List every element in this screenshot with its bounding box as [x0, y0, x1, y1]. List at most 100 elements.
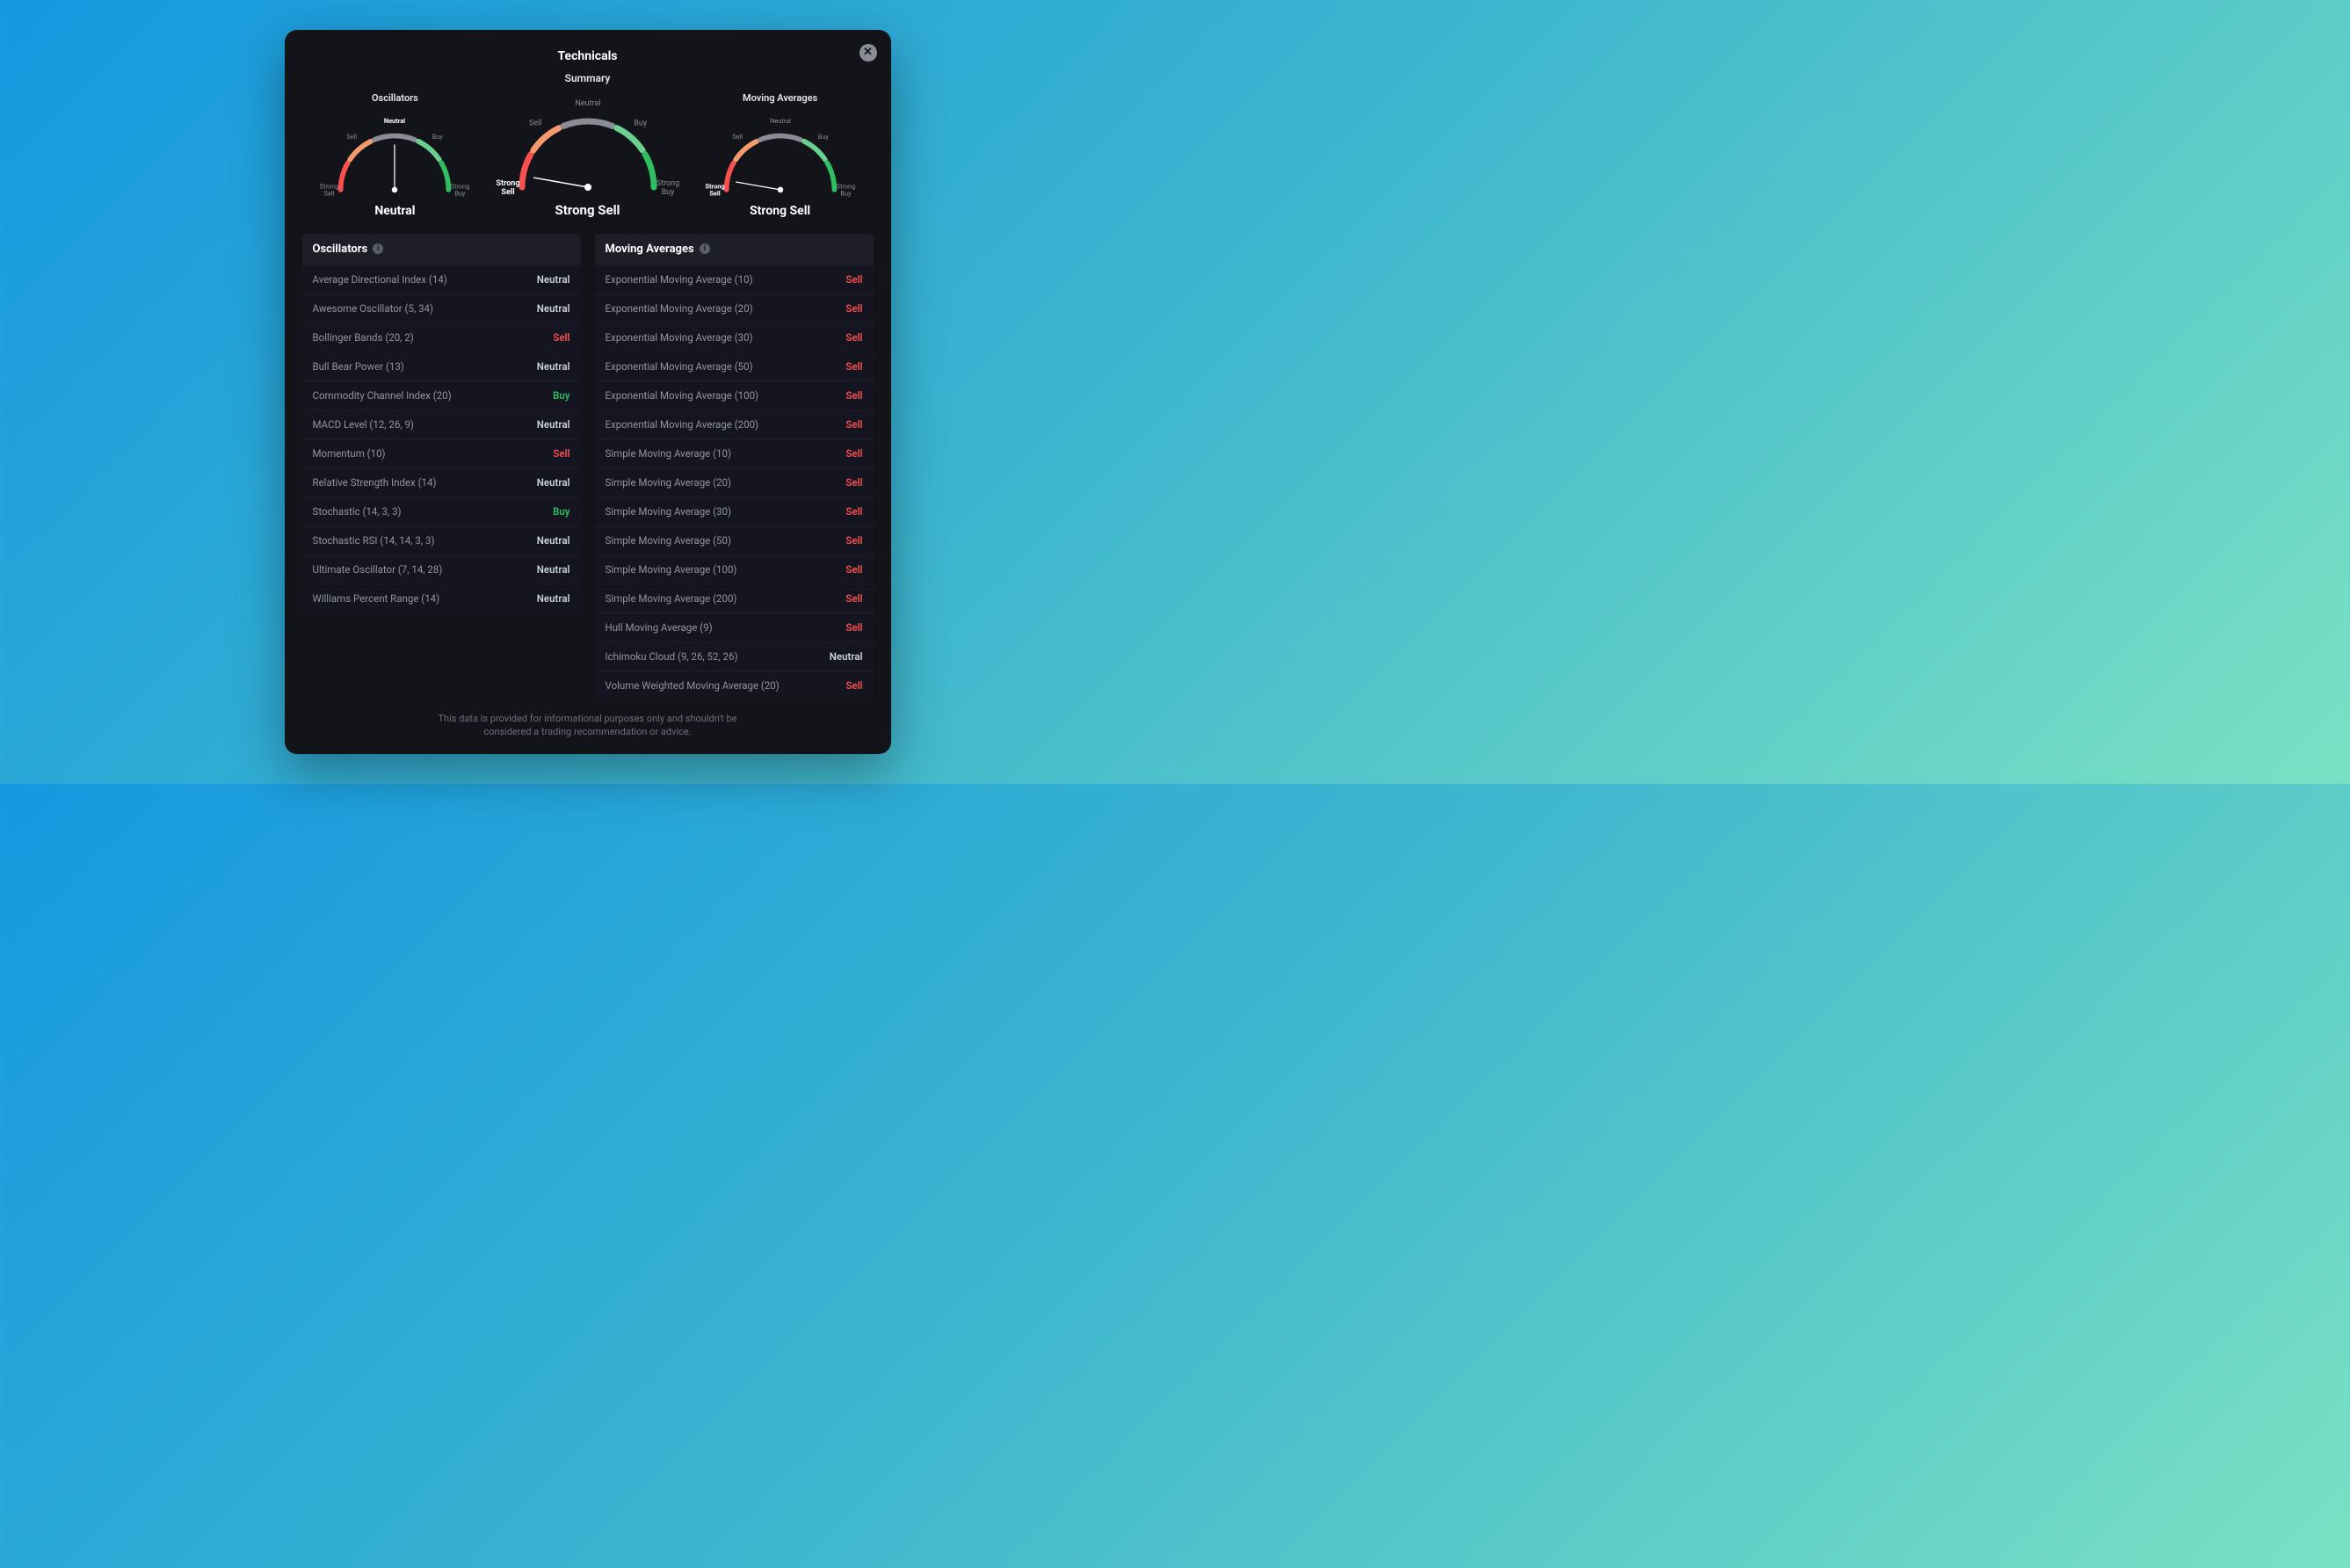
indicator-signal: Sell — [845, 331, 862, 344]
table-row: Volume Weighted Moving Average (20) Sell — [595, 671, 874, 700]
svg-text:Sell: Sell — [347, 133, 358, 141]
indicator-signal: Sell — [845, 302, 862, 315]
indicator-name: Ichimoku Cloud (9, 26, 52, 26) — [606, 650, 738, 663]
indicator-name: Volume Weighted Moving Average (20) — [606, 679, 780, 692]
svg-text:StrongBuy: StrongBuy — [836, 182, 855, 197]
svg-text:Buy: Buy — [634, 119, 648, 127]
table-row: Simple Moving Average (30)Sell — [595, 497, 874, 526]
indicator-name: Stochastic RSI (14, 14, 3, 3) — [313, 534, 435, 547]
indicator-name: Exponential Moving Average (20) — [606, 302, 753, 315]
indicator-signal: Sell — [845, 476, 862, 489]
gauge-summary-result: Strong Sell — [555, 202, 620, 218]
moving-averages-table-header-label: Moving Averages — [606, 243, 694, 256]
indicator-signal: Neutral — [537, 302, 570, 315]
table-row: Ichimoku Cloud (9, 26, 52, 26) Neutral — [595, 642, 874, 671]
gauge-moving-averages-result: Strong Sell — [750, 204, 810, 218]
indicator-name: Simple Moving Average (100) — [606, 563, 737, 576]
indicator-name: Simple Moving Average (200) — [606, 592, 737, 605]
indicator-name: Ultimate Oscillator (7, 14, 28) — [313, 563, 443, 576]
indicator-signal: Sell — [845, 621, 862, 634]
indicator-signal: Sell — [845, 360, 862, 373]
indicator-signal: Neutral — [537, 592, 570, 605]
close-button[interactable]: ✕ — [859, 44, 877, 62]
svg-text:Neutral: Neutral — [384, 116, 405, 124]
indicator-name: Relative Strength Index (14) — [313, 476, 437, 489]
table-row: Hull Moving Average (9)Sell — [595, 613, 874, 642]
indicator-name: Simple Moving Average (30) — [606, 505, 731, 518]
indicator-signal: Neutral — [537, 418, 570, 431]
gauge-summary: Summary StrongSellSellNeutralBuyStrongBu… — [484, 72, 690, 218]
indicator-signal: Buy — [553, 505, 569, 518]
indicator-signal: Sell — [553, 331, 569, 344]
modal-title: Technicals — [302, 49, 874, 63]
indicator-signal: Sell — [845, 273, 862, 286]
table-row: Momentum (10) Sell — [302, 439, 581, 468]
svg-text:StrongBuy: StrongBuy — [656, 179, 678, 197]
indicator-name: Bull Bear Power (13) — [313, 360, 404, 373]
technicals-modal: Technicals ✕ Oscillators StrongSell Sell N… — [285, 30, 891, 755]
table-row: MACD Level (12, 26, 9) Neutral — [302, 410, 581, 439]
indicator-name: Momentum (10) — [313, 447, 386, 460]
indicator-name: Williams Percent Range (14) — [313, 592, 440, 605]
table-row: Commodity Channel Index (20)Buy — [302, 381, 581, 410]
indicator-signal: Neutral — [537, 563, 570, 576]
table-row: Simple Moving Average (200) Sell — [595, 584, 874, 613]
indicator-signal: Sell — [845, 447, 862, 460]
indicator-name: Simple Moving Average (10) — [606, 447, 731, 460]
moving-averages-table: Moving Averages i Exponential Moving Ave… — [595, 234, 874, 700]
table-row: Simple Moving Average (50)Sell — [595, 526, 874, 555]
indicator-name: Simple Moving Average (20) — [606, 476, 731, 489]
svg-text:Buy: Buy — [817, 133, 829, 141]
table-row: Exponential Moving Average (10) Sell — [595, 265, 874, 294]
table-row: Ultimate Oscillator (7, 14, 28) Neutral — [302, 555, 581, 584]
indicator-name: Exponential Moving Average (10) — [606, 273, 753, 286]
indicator-name: Awesome Oscillator (5, 34) — [313, 302, 434, 315]
svg-text:Neutral: Neutral — [770, 116, 791, 124]
table-row: Bollinger Bands (20, 2) Sell — [302, 323, 581, 352]
info-icon[interactable]: i — [373, 243, 383, 254]
oscillators-table-body: Average Directional Index (14)Neutral Awe… — [302, 265, 581, 613]
disclaimer-line-1: This data is provided for informational … — [438, 713, 736, 724]
indicator-name: Exponential Moving Average (30) — [606, 331, 753, 344]
indicator-name: Exponential Moving Average (50) — [606, 360, 753, 373]
svg-text:Buy: Buy — [432, 133, 444, 141]
table-row: Exponential Moving Average (50) Sell — [595, 352, 874, 381]
indicator-signal: Neutral — [537, 273, 570, 286]
oscillators-table: Oscillators i Average Directional Index … — [302, 234, 581, 700]
moving-averages-table-body: Exponential Moving Average (10)SellExpon… — [595, 265, 874, 700]
indicator-name: Simple Moving Average (50) — [606, 534, 731, 547]
indicator-name: MACD Level (12, 26, 9) — [313, 418, 414, 431]
svg-text:Sell: Sell — [732, 133, 743, 141]
indicator-signal: Sell — [553, 447, 569, 460]
table-row: Relative Strength Index (14) Neutral — [302, 468, 581, 497]
close-icon: ✕ — [863, 47, 873, 58]
gauge-oscillators: Oscillators StrongSellSellNeutralBuyStro… — [306, 92, 485, 218]
indicator-signal: Sell — [845, 679, 862, 692]
table-row: Exponential Moving Average (30) Sell — [595, 323, 874, 352]
table-row: Exponential Moving Average (20) Sell — [595, 294, 874, 323]
svg-text:StrongSell: StrongSell — [705, 182, 724, 197]
table-row: Stochastic RSI (14, 14, 3, 3)Neutral — [302, 526, 581, 555]
info-icon[interactable]: i — [700, 243, 710, 254]
table-row: Average Directional Index (14)Neutral — [302, 265, 581, 294]
svg-text:StrongSell: StrongSell — [320, 182, 339, 197]
gauge-oscillators-chart: StrongSell Sell Neutral Buy StrongBuy — [316, 105, 474, 202]
gauge-summary-title: Summary — [565, 72, 611, 84]
indicator-signal: Sell — [845, 592, 862, 605]
indicator-name: Exponential Moving Average (200) — [606, 418, 759, 431]
gauge-oscillators-title: Oscillators — [372, 92, 418, 104]
indicator-name: Stochastic (14, 3, 3) — [313, 505, 402, 518]
svg-text:StrongBuy: StrongBuy — [451, 182, 470, 197]
indicator-name: Bollinger Bands (20, 2) — [313, 331, 414, 344]
table-row: Bull Bear Power (13)Neutral — [302, 352, 581, 381]
indicator-signal: Neutral — [537, 476, 570, 489]
table-row: Exponential Moving Average (200)Sell — [595, 410, 874, 439]
indicator-signal: Neutral — [830, 650, 863, 663]
tables-row: Oscillators i Average Directional Index … — [302, 234, 874, 700]
disclaimer-text: This data is provided for informational … — [302, 712, 874, 739]
table-row: Stochastic (14, 3, 3) Buy — [302, 497, 581, 526]
indicator-signal: Buy — [553, 389, 569, 402]
table-row: Simple Moving Average (20) Sell — [595, 468, 874, 497]
indicator-name: Exponential Moving Average (100) — [606, 389, 759, 402]
indicator-signal: Sell — [845, 563, 862, 576]
